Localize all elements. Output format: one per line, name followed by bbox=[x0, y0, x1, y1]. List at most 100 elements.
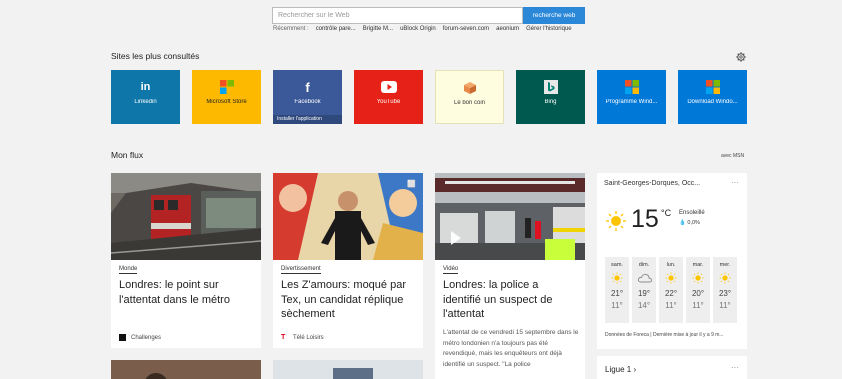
windows-icon bbox=[219, 79, 235, 95]
card-source: Challenges bbox=[119, 334, 161, 341]
manage-history-link[interactable]: Gérer l'historique bbox=[526, 26, 572, 32]
tile-microsoft-store[interactable]: Microsoft Store bbox=[192, 70, 261, 124]
day-high: 20° bbox=[691, 289, 705, 298]
news-card[interactable] bbox=[111, 360, 261, 379]
day-low: 11° bbox=[692, 301, 704, 310]
more-options-icon[interactable]: ··· bbox=[731, 178, 739, 187]
ligue-label[interactable]: Ligue 1 › bbox=[605, 365, 636, 374]
day-high: 19° bbox=[637, 289, 651, 298]
tile-leboncoin[interactable]: Le bon coin bbox=[435, 70, 504, 124]
tile-label: Bing bbox=[544, 99, 557, 105]
gear-icon[interactable] bbox=[736, 52, 746, 62]
day-name: sam. bbox=[611, 262, 623, 268]
news-card[interactable]: Vidéo Londres: la police a identifié un … bbox=[435, 173, 585, 379]
forecast-day[interactable]: mar. 20° 11° bbox=[686, 257, 710, 323]
chevron-right-icon: › bbox=[633, 365, 637, 374]
weather-precipitation: 💧 0,0% bbox=[679, 220, 700, 226]
day-name: lun. bbox=[666, 262, 676, 268]
weather-forecast: sam. 21° 11° dim. 19° 14° lun. 22° 11° m… bbox=[605, 257, 737, 323]
day-name: mer. bbox=[719, 262, 731, 268]
tile-download-windows[interactable]: Download Windo... bbox=[678, 70, 747, 124]
tile-label: Le bon coin bbox=[453, 100, 486, 106]
weather-footer[interactable]: Données de Foreca | Dernière mise à jour… bbox=[605, 332, 724, 338]
news-image bbox=[111, 360, 261, 379]
source-logo bbox=[119, 334, 126, 341]
more-options-icon[interactable]: ··· bbox=[731, 363, 739, 372]
tile-facebook[interactable]: f Facebook Installer l'application bbox=[273, 70, 342, 124]
source-name: Télé Loisirs bbox=[293, 334, 324, 341]
youtube-icon bbox=[380, 79, 397, 95]
recent-item[interactable]: uBlock Origin bbox=[400, 26, 436, 32]
tile-linkedin[interactable]: in Linkedin bbox=[111, 70, 180, 124]
tile-label: Programme Wind... bbox=[605, 99, 658, 105]
search-input[interactable] bbox=[272, 7, 523, 24]
day-low: 11° bbox=[719, 301, 731, 310]
feed-title: Mon flux bbox=[111, 150, 144, 160]
recent-item[interactable]: contrôle pare... bbox=[316, 26, 356, 32]
sun-icon bbox=[611, 271, 623, 284]
search-bar: recherche web bbox=[272, 7, 585, 24]
precipitation-value: 0,0% bbox=[687, 220, 700, 226]
msn-attribution[interactable]: avec MSN bbox=[721, 153, 744, 159]
weather-unit[interactable]: °C bbox=[661, 208, 671, 218]
forecast-day[interactable]: lun. 22° 11° bbox=[659, 257, 683, 323]
facebook-icon: f bbox=[305, 79, 310, 95]
tile-bing[interactable]: Bing bbox=[516, 70, 585, 124]
recent-item[interactable]: forum-seven.com bbox=[443, 26, 489, 32]
windows-icon bbox=[705, 79, 721, 95]
web-search-button[interactable]: recherche web bbox=[523, 7, 585, 24]
day-high: 23° bbox=[718, 289, 732, 298]
tile-label: Linkedin bbox=[134, 99, 157, 105]
source-name: Challenges bbox=[131, 334, 162, 341]
news-image bbox=[273, 360, 423, 379]
install-app-link[interactable]: Installer l'application bbox=[273, 115, 342, 124]
card-source: T Télé Loisirs bbox=[281, 334, 324, 341]
news-image bbox=[111, 173, 261, 260]
bing-icon bbox=[543, 79, 559, 95]
tile-programme-windows[interactable]: Programme Wind... bbox=[597, 70, 666, 124]
recent-searches: Récemment : contrôle pare... Brigitte M.… bbox=[273, 26, 572, 32]
tile-label: Download Windo... bbox=[687, 99, 738, 105]
tile-label: Facebook bbox=[294, 99, 321, 105]
card-title[interactable]: Les Z'amours: moqué par Tex, un candidat… bbox=[281, 278, 417, 322]
day-low: 14° bbox=[637, 301, 651, 310]
windows-icon bbox=[624, 79, 640, 95]
sun-icon bbox=[665, 271, 677, 284]
day-high: 22° bbox=[664, 289, 678, 298]
day-name: mar. bbox=[692, 262, 704, 268]
weather-card[interactable]: Saint-Georges-Dorques, Occ... ··· 15 °C … bbox=[597, 173, 747, 349]
card-category[interactable]: Monde bbox=[119, 266, 138, 274]
weather-temperature: 15 bbox=[631, 205, 659, 233]
tile-label: YouTube bbox=[376, 99, 401, 105]
sun-icon bbox=[719, 271, 731, 284]
box-icon bbox=[462, 80, 478, 96]
news-card[interactable] bbox=[273, 360, 423, 379]
news-card[interactable]: Monde Londres: le point sur l'attentat d… bbox=[111, 173, 261, 348]
source-logo: T bbox=[281, 334, 286, 341]
tile-youtube[interactable]: YouTube bbox=[354, 70, 423, 124]
sun-icon bbox=[692, 271, 704, 284]
card-category[interactable]: Divertissement bbox=[281, 266, 321, 274]
weather-city[interactable]: Saint-Georges-Dorques, Occ... bbox=[604, 180, 700, 187]
card-title[interactable]: Londres: le point sur l'attentat dans le… bbox=[119, 278, 255, 307]
topsites-grid: in Linkedin Microsoft Store f Facebook I… bbox=[111, 70, 747, 124]
ligue-card[interactable]: Ligue 1 › ··· bbox=[597, 356, 747, 379]
video-badge-icon: ⬜ bbox=[407, 181, 416, 188]
day-high: 21° bbox=[610, 289, 624, 298]
recent-item[interactable]: Brigitte M... bbox=[363, 26, 393, 32]
sun-icon bbox=[605, 210, 627, 237]
recent-label: Récemment : bbox=[273, 26, 309, 32]
card-title[interactable]: Londres: la police a identifié un suspec… bbox=[443, 278, 579, 322]
forecast-day[interactable]: dim. 19° 14° bbox=[632, 257, 656, 323]
recent-item[interactable]: aeonium bbox=[496, 26, 519, 32]
day-low: 11° bbox=[665, 301, 677, 310]
news-image: ⬜ bbox=[273, 173, 423, 260]
card-category[interactable]: Vidéo bbox=[443, 266, 459, 274]
cloud-icon bbox=[637, 271, 653, 283]
news-card[interactable]: ⬜ Divertissement Les Z'amours: moqué par… bbox=[273, 173, 423, 348]
weather-condition: Ensoleillé bbox=[679, 210, 705, 216]
day-low: 11° bbox=[611, 301, 623, 310]
forecast-day[interactable]: mer. 23° 11° bbox=[713, 257, 737, 323]
linkedin-icon: in bbox=[140, 81, 151, 93]
forecast-day[interactable]: sam. 21° 11° bbox=[605, 257, 629, 323]
